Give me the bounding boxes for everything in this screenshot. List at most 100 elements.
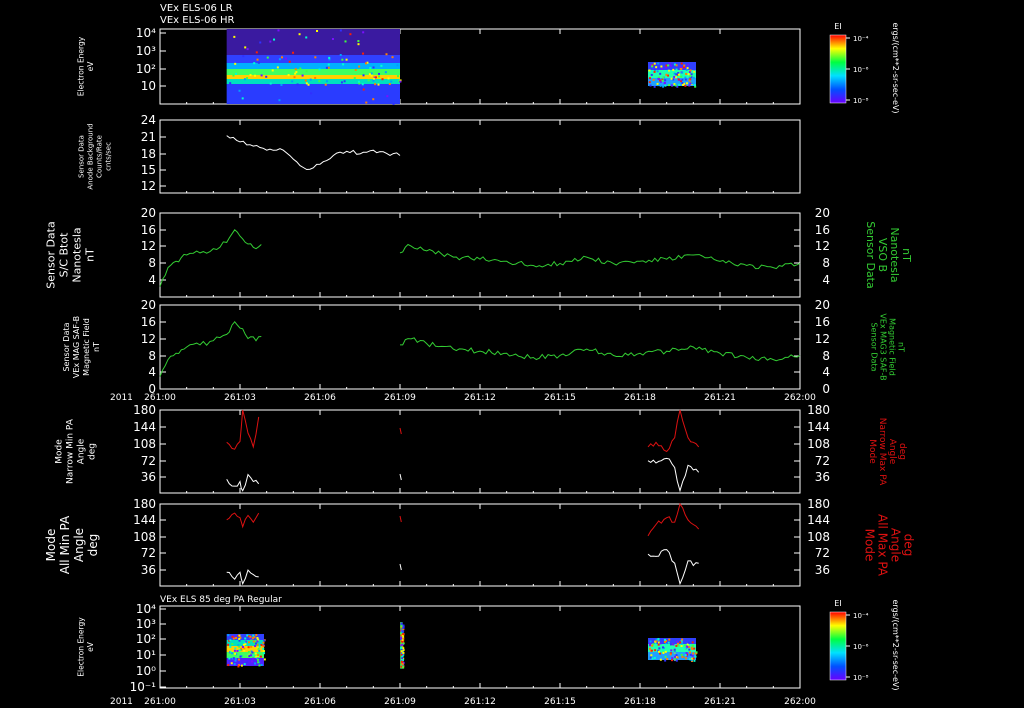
spectrogram-pixel-spec_bottom <box>244 637 247 640</box>
spectrogram-pixel-spec_top <box>345 58 348 61</box>
spectrogram-pixel-spec_top <box>684 66 687 69</box>
spectrogram-pixel-spec_top <box>339 29 342 32</box>
spectrogram-pixel-spec_top <box>291 80 294 83</box>
y-tick-label-btot: 12 <box>141 239 156 253</box>
spectrogram-pixel-spec_top <box>242 55 245 58</box>
spectrogram-pixel-spec_top <box>683 64 686 67</box>
spectrogram-pixel-spec_top <box>269 82 272 85</box>
time-tick-label: 262:00 <box>784 697 816 707</box>
time-tick-label: 261:12 <box>464 393 496 403</box>
spectrogram-pixel-spec_top <box>358 82 361 85</box>
time-tick-label: 261:18 <box>624 393 656 403</box>
spectrogram-pixel-spec_bottom <box>659 658 662 661</box>
y-tick-label-btot: 8 <box>148 256 156 270</box>
spectrogram-pixel-spec_bottom <box>401 662 404 665</box>
right-axis-label-btot: VSO B <box>876 238 889 272</box>
spectrogram-pixel-spec_bottom <box>683 644 686 647</box>
y-axis-label-spec_bottom: eV <box>86 641 95 652</box>
spectrogram-pixel-spec_bottom <box>228 657 231 660</box>
y-tick-label-pa_narrow: 72 <box>141 454 156 468</box>
y-tick-label-anode: 18 <box>141 147 156 161</box>
y-tick-label-spec_bottom: 10¹ <box>136 648 156 662</box>
y-axis-label-anode: cnts/sec <box>105 142 113 171</box>
spectrogram-pixel-spec_top <box>325 66 328 69</box>
colorbar-title: EI <box>834 22 841 31</box>
spectrogram-pixel-spec_bottom <box>233 635 236 638</box>
y-axis-label-pa_narrow: Narrow Min PA <box>66 418 76 484</box>
spectrogram-pixel-spec_bottom <box>692 657 695 660</box>
spectrogram-pixel-spec_bottom <box>695 651 698 654</box>
spectrogram-pixel-spec_top <box>689 69 692 72</box>
spectrogram-pixel-spec_top <box>309 78 312 81</box>
spectrogram-pixel-spec_bottom <box>675 644 678 647</box>
spectrogram-pixel-spec_top <box>661 67 664 70</box>
spectrogram-pixel-spec_bottom <box>254 642 257 645</box>
spectrogram-pixel-spec_bottom <box>254 652 257 655</box>
spectrogram-pixel-spec_top <box>360 87 363 90</box>
y-tick-label-right-pa_narrow: 180 <box>807 403 830 417</box>
spectrogram-pixel-spec_bottom <box>257 647 260 650</box>
spectrogram-pixel-spec_bottom <box>258 664 261 667</box>
spectrogram-pixel-spec_bottom <box>687 646 690 649</box>
y-tick-label-right-pa_narrow: 36 <box>815 470 830 484</box>
time-tick-label: 261:18 <box>624 697 656 707</box>
right-axis-label-pa_all: All Max PA <box>876 514 890 577</box>
spectrogram-pixel-spec_bottom <box>691 654 694 657</box>
y-tick-label-spec_bottom: 10³ <box>136 617 156 631</box>
spectrogram-pixel-spec_bottom <box>680 644 683 647</box>
y-tick-label-mag: 16 <box>141 315 156 329</box>
spectrogram-pixel-spec_top <box>259 41 262 44</box>
series-mark-pa_narrow <box>399 473 402 481</box>
spectrogram-pixel-spec_bottom <box>651 657 654 660</box>
spectrogram-pixel-spec_top <box>386 95 389 98</box>
spectrogram-pixel-spec_bottom <box>400 622 403 625</box>
spectrogram-pixel-spec_top <box>358 65 361 68</box>
spectrogram-pixel-spec_top <box>362 74 365 77</box>
y-axis-label-spec_bottom: Electron Energy <box>76 617 85 677</box>
spectrogram-pixel-spec_bottom <box>688 641 691 644</box>
spectrogram-pixel-spec_top <box>343 80 346 83</box>
y-tick-label-spec_bottom: 10⁴ <box>136 602 156 616</box>
spectrogram-pixel-spec_bottom <box>649 640 652 643</box>
els-summary-plot: VEx ELS-06 LR VEx ELS-06 HR 10⁴10³10²10E… <box>44 3 916 707</box>
right-axis-label-pa_all: Mode <box>863 529 877 562</box>
spectrogram-pixel-spec_top <box>372 66 375 69</box>
y-axis-label-mag: VEx MAG SAF-B <box>72 316 81 378</box>
spectrogram-pixel-spec_top <box>349 33 352 36</box>
spectrogram-pixel-spec_top <box>680 67 683 70</box>
spectrogram-pixel-spec_bottom <box>664 659 667 662</box>
y-tick-label-pa_narrow: 144 <box>133 420 156 434</box>
y-axis-label-anode: Counts/Rate <box>96 135 104 178</box>
spectrogram-pixel-spec_bottom <box>400 660 403 663</box>
spectrogram-pixel-spec_top <box>314 56 317 59</box>
spectrogram-pixel-spec_top <box>681 78 684 81</box>
spectrogram-pixel-spec_top <box>657 62 660 65</box>
spectrogram-pixel-spec_bottom <box>239 655 242 658</box>
spectrogram-pixel-spec_top <box>390 80 393 83</box>
y-tick-label-anode: 12 <box>141 179 156 193</box>
spectrogram-pixel-spec_top <box>357 40 360 43</box>
series-line-anode <box>226 135 401 171</box>
spectrogram-pixel-spec_bottom <box>674 655 677 658</box>
spectrogram-pixel-spec_top <box>331 38 334 41</box>
spectrogram-pixel-spec_bottom <box>262 645 265 648</box>
spectrogram-pixel-spec_top <box>680 62 683 65</box>
spectrogram-pixel-spec_bottom <box>670 643 673 646</box>
y-axis-label-btot: Nanotesla <box>71 227 84 282</box>
spectrogram-pixel-spec_top <box>686 67 689 70</box>
spectrogram-pixel-spec_top <box>661 79 664 82</box>
spectrogram-pixel-spec_top <box>675 68 678 71</box>
y-tick-label-right-pa_all: 144 <box>807 513 830 527</box>
spectrogram-pixel-spec_top <box>683 82 686 85</box>
series-mark-pa_all <box>399 515 402 523</box>
spectrogram-pixel-spec_bottom <box>671 657 674 660</box>
spectrogram-pixel-spec_top <box>295 71 298 74</box>
y-axis-label-mag: Magnetic Field <box>82 318 91 376</box>
y-tick-label-pa_all: 144 <box>133 513 156 527</box>
y-tick-label-right-btot: 12 <box>815 239 830 253</box>
spectrogram-pixel-spec_top <box>687 73 690 76</box>
spectrogram-pixel-spec_top <box>314 76 317 79</box>
spectrogram-pixel-spec_top <box>244 46 247 49</box>
spectrogram-pixel-spec_bottom <box>653 656 656 659</box>
y-axis-label-mag: nT <box>92 342 101 352</box>
